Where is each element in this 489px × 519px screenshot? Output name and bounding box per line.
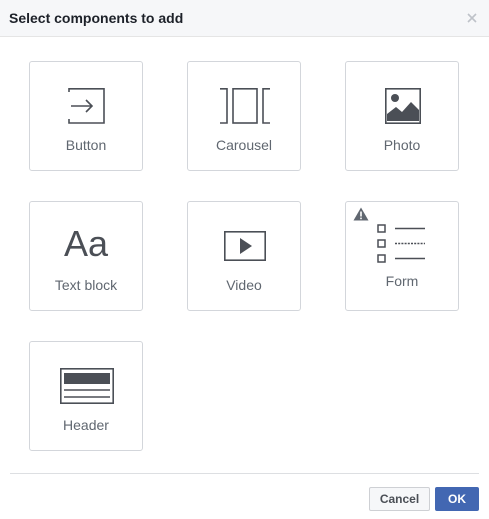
component-label: Form: [385, 273, 419, 289]
component-card-text-block[interactable]: Aa Text block: [29, 201, 143, 311]
photo-icon: [385, 88, 421, 124]
component-card-photo[interactable]: Photo: [345, 61, 459, 171]
text-block-icon: Aa: [63, 223, 109, 264]
dialog-header: Select components to add: [0, 0, 489, 37]
cancel-button[interactable]: Cancel: [369, 487, 430, 511]
component-label: Photo: [383, 137, 421, 153]
warning-icon: [353, 207, 369, 221]
component-card-carousel[interactable]: Carousel: [187, 61, 301, 171]
carousel-icon: [220, 88, 270, 124]
component-label: Header: [63, 417, 109, 433]
footer-divider: [10, 473, 479, 474]
form-icon: [377, 224, 425, 263]
component-label: Carousel: [215, 137, 273, 153]
component-card-form[interactable]: Form: [345, 201, 459, 311]
button-icon: [68, 88, 105, 124]
video-icon: [224, 231, 266, 261]
component-label: Video: [226, 277, 262, 293]
ok-button[interactable]: OK: [435, 487, 479, 511]
component-card-header[interactable]: Header: [29, 341, 143, 451]
component-label: Button: [65, 137, 107, 153]
component-card-video[interactable]: Video: [187, 201, 301, 311]
component-card-button[interactable]: Button: [29, 61, 143, 171]
component-label: Text block: [54, 277, 118, 293]
dialog-title: Select components to add: [9, 10, 184, 26]
header-icon: [60, 368, 114, 404]
close-icon[interactable]: [463, 9, 481, 27]
